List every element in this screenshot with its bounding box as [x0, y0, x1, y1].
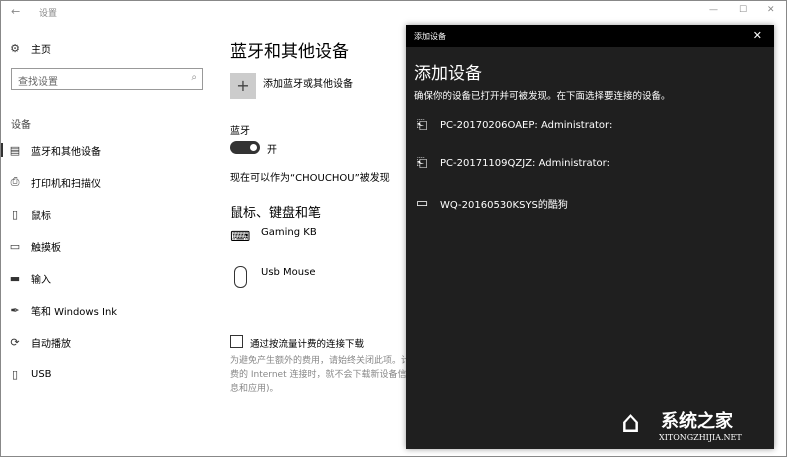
maximize-button[interactable]: ☐ — [739, 5, 747, 15]
sidebar-item-label: 笔和 Windows Ink — [31, 306, 118, 318]
house-icon: ⌂ — [621, 405, 641, 440]
bluetooth-state: 开 — [267, 145, 277, 156]
media-device-icon: ⎗ — [416, 156, 428, 171]
search-input[interactable]: 查找设置 ⌕ — [11, 68, 203, 90]
monitor-icon: ▭ — [415, 196, 429, 211]
home-label: 主页 — [31, 44, 51, 56]
dialog-title: 添加设备 — [414, 64, 482, 84]
sidebar-item-1[interactable]: ⎙ 打印机和扫描仪 — [9, 172, 101, 192]
sidebar-item-5[interactable]: ✒ 笔和 Windows Ink — [9, 300, 117, 320]
metered-label[interactable]: 通过按流量计费的连接下载 — [250, 336, 364, 350]
watermark-logo: ⌂ 系统之家 XITONGZHIJIA.NET — [621, 399, 786, 449]
sidebar-item-4[interactable]: ▬ 输入 — [9, 268, 51, 288]
sidebar-item-label: 触摸板 — [31, 242, 61, 254]
bluetooth-toggle[interactable] — [230, 141, 260, 154]
dialog-device-item[interactable]: ⎗ PC-20170206OAEP: Administrator: — [414, 118, 613, 133]
sidebar-item-label: 自动播放 — [31, 338, 71, 350]
sidebar-item-7[interactable]: ▯ USB — [9, 364, 52, 384]
title-bar: ← 设置 — ☐ ✕ — [1, 1, 787, 23]
dialog-close-button[interactable]: ✕ — [753, 29, 762, 42]
sidebar-item-label: USB — [31, 368, 52, 380]
metered-description: 为避免产生额外的费用，请始终关闭此项。计费的 Internet 连接时，就不会下… — [230, 356, 411, 394]
dialog-bar-title: 添加设备 — [414, 31, 446, 41]
add-device-button[interactable]: + — [230, 73, 256, 99]
sidebar-item-label: 蓝牙和其他设备 — [31, 146, 101, 158]
sidebar-item-3[interactable]: ▭ 触摸板 — [9, 236, 61, 256]
dialog-device-item[interactable]: ▭ WQ-20160530KSYS的酷狗 — [414, 196, 568, 211]
sidebar-item-label: 输入 — [31, 274, 51, 286]
dialog-instructions: 确保你的设备已打开并可被发现。在下面选择要连接的设备。 — [414, 91, 671, 102]
watermark-url: XITONGZHIJIA.NET — [659, 433, 742, 442]
watermark-text: 系统之家 — [661, 411, 733, 432]
back-button[interactable]: ← — [11, 5, 20, 18]
device-name: WQ-20160530KSYS的酷狗 — [440, 200, 568, 211]
sidebar-item-2[interactable]: ▯ 鼠标 — [9, 204, 51, 224]
sidebar-item-label: 打印机和扫描仪 — [31, 178, 101, 190]
section-heading: 设备 — [11, 120, 31, 131]
mouse-icon: ▯ — [11, 207, 19, 221]
dialog-device-item[interactable]: ⎗ PC-20171109QZJZ: Administrator: — [414, 156, 610, 171]
usb-icon: ▯ — [11, 367, 19, 381]
device-name: PC-20171109QZJZ: Administrator: — [440, 158, 610, 169]
dialog-title-bar: 添加设备 ✕ — [406, 25, 774, 47]
touchpad-icon: ▭ — [9, 239, 21, 253]
page-title: 蓝牙和其他设备 — [230, 42, 349, 62]
device-usb-mouse[interactable]: Usb Mouse — [261, 267, 316, 278]
device-gaming-kb[interactable]: Gaming KB — [261, 227, 317, 238]
discoverable-text: 现在可以作为“CHOUCHOU”被发现 — [230, 173, 390, 184]
bluetooth-devices-icon: ▤ — [9, 143, 21, 157]
mouse-icon — [234, 266, 247, 288]
sidebar-home[interactable]: ⚙ 主页 — [9, 38, 51, 58]
bluetooth-label: 蓝牙 — [230, 126, 250, 137]
keyboard-icon: ▬ — [9, 271, 21, 285]
minimize-button[interactable]: — — [709, 5, 718, 15]
device-name: PC-20170206OAEP: Administrator: — [440, 120, 613, 131]
printer-icon: ⎙ — [10, 175, 20, 188]
metered-checkbox[interactable] — [230, 335, 243, 348]
selection-indicator — [1, 143, 3, 157]
close-button[interactable]: ✕ — [767, 5, 775, 15]
autoplay-icon: ⟳ — [10, 335, 20, 349]
window-title: 设置 — [39, 9, 58, 19]
sidebar-item-6[interactable]: ⟳ 自动播放 — [9, 332, 71, 352]
pen-icon: ✒ — [10, 303, 20, 317]
section-heading-mkp: 鼠标、键盘和笔 — [230, 206, 322, 221]
add-device-dialog: 添加设备 ✕ 添加设备 确保你的设备已打开并可被发现。在下面选择要连接的设备。 … — [406, 25, 774, 449]
sidebar-item-0[interactable]: ▤ 蓝牙和其他设备 — [9, 140, 101, 160]
sidebar-item-label: 鼠标 — [31, 210, 51, 222]
gear-icon: ⚙ — [10, 41, 20, 55]
plus-icon: + — [236, 76, 250, 95]
search-icon: ⌕ — [191, 72, 197, 83]
add-device-label[interactable]: 添加蓝牙或其他设备 — [263, 75, 353, 90]
search-placeholder: 查找设置 — [18, 77, 58, 88]
media-device-icon: ⎗ — [416, 118, 428, 133]
keyboard-icon: ⌨ — [230, 229, 251, 245]
